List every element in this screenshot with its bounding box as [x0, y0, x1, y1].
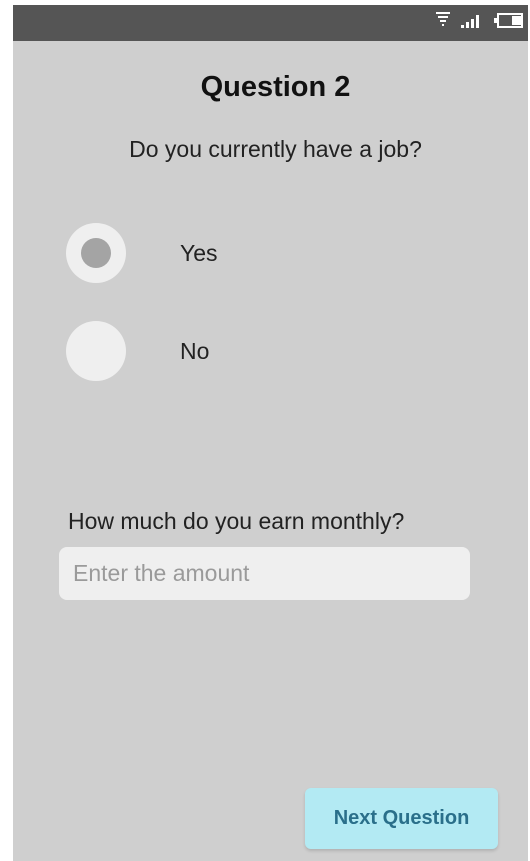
- wifi-icon: [435, 11, 451, 32]
- radio-selected-dot: [81, 238, 111, 268]
- option-yes[interactable]: Yes: [66, 223, 366, 285]
- amount-input[interactable]: [59, 547, 470, 600]
- signal-icon: [460, 13, 484, 34]
- question-text: Do you currently have a job?: [129, 136, 422, 162]
- page-title: Question 2: [200, 71, 351, 103]
- amount-label: How much do you earn monthly?: [68, 508, 405, 534]
- option-yes-label: Yes: [180, 240, 218, 266]
- radio-button-no[interactable]: [66, 321, 126, 381]
- battery-icon: [494, 13, 524, 34]
- status-bar: [13, 5, 528, 41]
- option-no-label: No: [180, 338, 210, 364]
- phone-screen: Question 2 Do you currently have a job? …: [13, 5, 528, 861]
- option-no[interactable]: No: [66, 321, 366, 383]
- radio-button-yes[interactable]: [66, 223, 126, 283]
- next-question-button[interactable]: Next Question: [305, 788, 498, 849]
